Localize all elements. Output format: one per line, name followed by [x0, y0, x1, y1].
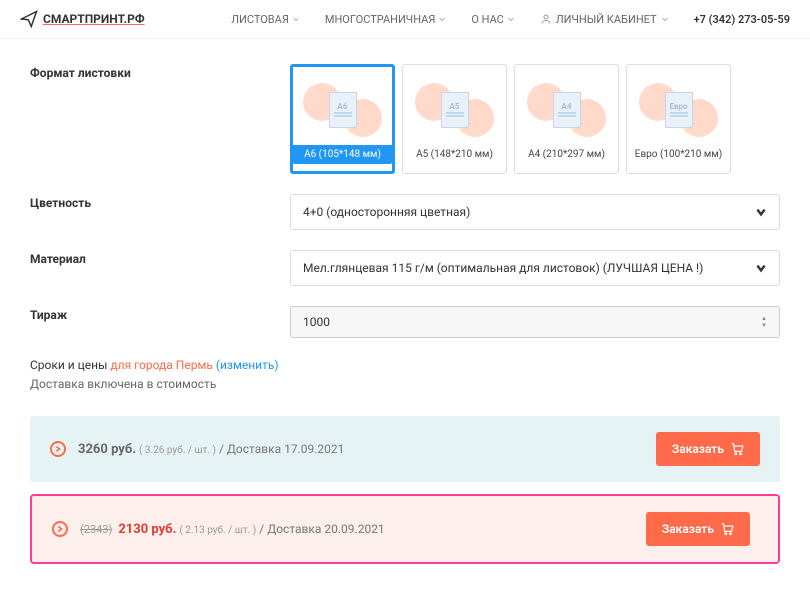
- color-label: Цветность: [30, 194, 290, 230]
- format-euro[interactable]: Евро Евро (100*210 мм): [626, 64, 731, 174]
- chevron-down-icon: [292, 15, 300, 23]
- offer-fast-unit: ( 3.26 руб. / шт. ): [139, 445, 216, 456]
- quantity-label: Тираж: [30, 306, 290, 338]
- arrow-right-icon: [52, 521, 68, 537]
- offer-cheap-unit: ( 2.13 руб. / шт. ): [179, 525, 256, 536]
- chevron-down-icon: [755, 262, 767, 274]
- user-icon: [540, 13, 552, 25]
- offer-fast-text: 3260 руб. ( 3.26 руб. / шт. ) / Доставка…: [78, 442, 656, 457]
- chevron-down-icon: [755, 206, 767, 218]
- format-a4[interactable]: A4 А4 (210*297 мм): [514, 64, 619, 174]
- order-cheap-button[interactable]: Заказать: [646, 512, 750, 546]
- chevron-down-icon: [438, 15, 446, 23]
- format-caption: А5 (148*210 мм): [403, 145, 506, 164]
- quantity-value: 1000: [303, 315, 330, 329]
- terms-city: для города Пермь: [107, 358, 215, 372]
- material-value: Мел.глянцевая 115 г/м (оптимальная для л…: [303, 261, 703, 275]
- chevron-down-icon: [507, 15, 515, 23]
- format-a6[interactable]: A6 А6 (105*148 мм): [290, 64, 395, 174]
- header: СМАРТПРИНТ.РФ ЛИСТОВАЯ МНОГОСТРАНИЧНАЯ О…: [0, 0, 810, 39]
- cart-icon: [730, 442, 744, 456]
- nav-account[interactable]: ЛИЧНЫЙ КАБИНЕТ: [540, 13, 669, 26]
- color-select[interactable]: 4+0 (односторонняя цветная): [290, 194, 780, 230]
- change-city-link[interactable]: (изменить): [216, 358, 279, 372]
- format-options: A6 А6 (105*148 мм) A5 А5 (148*210 мм) A4…: [290, 64, 731, 174]
- offer-cheap-old: (2343): [80, 523, 112, 536]
- offer-cheap-text: (2343) 2130 руб. ( 2.13 руб. / шт. ) / Д…: [80, 522, 638, 537]
- nav-sheet[interactable]: ЛИСТОВАЯ: [231, 13, 300, 26]
- material-label: Материал: [30, 250, 290, 286]
- quantity-stepper[interactable]: 1000 ▲▼: [290, 306, 780, 338]
- brand-text: СМАРТПРИНТ.РФ: [43, 12, 145, 26]
- offer-fast-price: 3260 руб.: [78, 442, 136, 457]
- content: Формат листовки A6 А6 (105*148 мм) A5 А5…: [0, 39, 810, 589]
- format-caption: Евро (100*210 мм): [627, 145, 730, 164]
- nav-about[interactable]: О НАС: [471, 13, 515, 26]
- nav-multipage[interactable]: МНОГОСТРАНИЧНАЯ: [325, 13, 446, 26]
- arrow-right-icon: [50, 441, 66, 457]
- offer-cheap: (2343) 2130 руб. ( 2.13 руб. / шт. ) / Д…: [32, 496, 778, 562]
- color-value: 4+0 (односторонняя цветная): [303, 205, 470, 219]
- delivery-note: Доставка включена в стоимость: [30, 377, 780, 391]
- offer-cheap-delivery: / Доставка 20.09.2021: [259, 522, 384, 536]
- plane-icon: [20, 10, 38, 28]
- offer-fast: 3260 руб. ( 3.26 руб. / шт. ) / Доставка…: [30, 416, 780, 482]
- cart-icon: [720, 522, 734, 536]
- stepper-arrows-icon: ▲▼: [761, 315, 767, 329]
- main-nav: ЛИСТОВАЯ МНОГОСТРАНИЧНАЯ О НАС ЛИЧНЫЙ КА…: [231, 13, 790, 26]
- phone-number[interactable]: +7 (342) 273-05-59: [694, 13, 790, 26]
- offer-cheap-price: 2130 руб.: [118, 522, 176, 537]
- format-thumb: A4: [519, 75, 614, 145]
- order-fast-button[interactable]: Заказать: [656, 432, 760, 466]
- terms-line: Сроки и цены для города Пермь (изменить): [30, 358, 780, 372]
- format-label: Формат листовки: [30, 64, 290, 174]
- format-a5[interactable]: A5 А5 (148*210 мм): [402, 64, 507, 174]
- offer-fast-delivery: / Доставка 17.09.2021: [219, 442, 344, 456]
- highlighted-offer: (2343) 2130 руб. ( 2.13 руб. / шт. ) / Д…: [30, 494, 780, 564]
- format-caption: А6 (105*148 мм): [293, 145, 392, 164]
- logo[interactable]: СМАРТПРИНТ.РФ: [20, 10, 145, 28]
- chevron-down-icon: [661, 15, 669, 23]
- format-thumb: A5: [407, 75, 502, 145]
- format-caption: А4 (210*297 мм): [515, 145, 618, 164]
- material-select[interactable]: Мел.глянцевая 115 г/м (оптимальная для л…: [290, 250, 780, 286]
- format-thumb: Евро: [631, 75, 726, 145]
- terms-lead: Сроки и цены: [30, 358, 107, 372]
- format-thumb: A6: [295, 75, 390, 145]
